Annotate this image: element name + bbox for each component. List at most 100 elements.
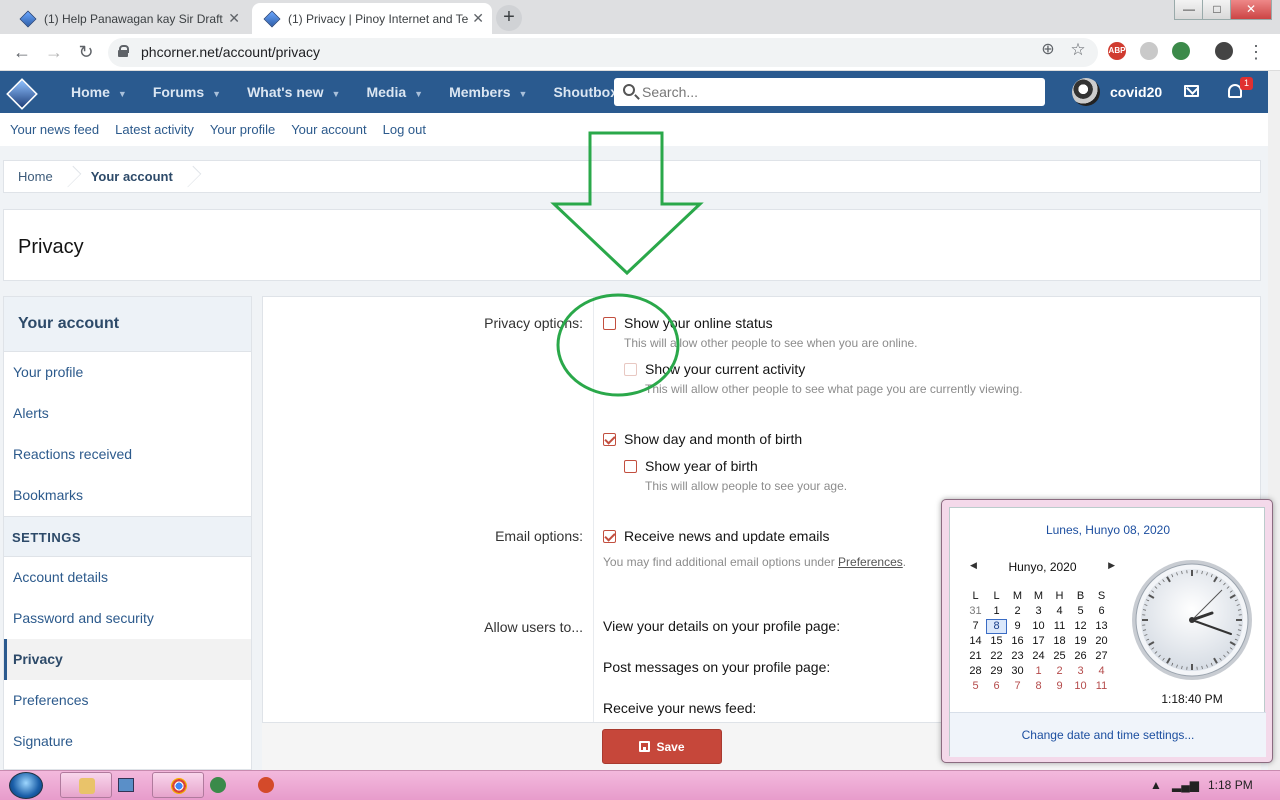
breadcrumb-home[interactable]: Home	[4, 161, 67, 192]
calendar-day[interactable]: 17	[1028, 634, 1049, 649]
calendar-day[interactable]: 15	[986, 634, 1007, 649]
calendar-day[interactable]: 2	[1049, 664, 1070, 679]
browser-tab-2[interactable]: (1) Privacy | Pinoy Internet and Te ✕	[252, 3, 492, 34]
preferences-link[interactable]: Preferences	[838, 555, 903, 569]
calendar-day[interactable]: 27	[1091, 649, 1112, 664]
minimize-button[interactable]: —	[1174, 0, 1204, 20]
calendar-day[interactable]: 11	[1049, 619, 1070, 634]
save-button[interactable]: Save	[602, 729, 722, 764]
sidebar-item-signature[interactable]: Signature	[4, 721, 251, 762]
calendar-day[interactable]: 16	[1007, 634, 1028, 649]
calendar-day[interactable]: 30	[1007, 664, 1028, 679]
calendar-day[interactable]: 9	[1007, 619, 1028, 634]
extension-icon[interactable]	[1140, 42, 1158, 60]
calendar-day[interactable]: 29	[986, 664, 1007, 679]
chevron-down-icon[interactable]: ▼	[212, 89, 221, 99]
next-month-icon[interactable]: ▶	[1108, 560, 1115, 571]
calendar-day[interactable]: 25	[1049, 649, 1070, 664]
change-date-time-link[interactable]: Change date and time settings...	[950, 712, 1266, 757]
network-signal-icon[interactable]: ▂▄▆	[1172, 778, 1199, 792]
calendar-day[interactable]: 28	[965, 664, 986, 679]
taskbar-chrome-button[interactable]	[152, 772, 204, 798]
calendar-day[interactable]: 10	[1028, 619, 1049, 634]
news-emails-checkbox[interactable]	[603, 530, 616, 543]
calendar-day[interactable]: 22	[986, 649, 1007, 664]
calendar-full-date[interactable]: Lunes, Hunyo 08, 2020	[950, 523, 1266, 537]
previous-month-icon[interactable]: ◀	[970, 560, 977, 571]
nav-whats-new[interactable]: What's new ▼	[234, 71, 353, 113]
maximize-button[interactable]: □	[1202, 0, 1232, 20]
globe-icon[interactable]	[210, 777, 226, 793]
zoom-icon[interactable]: ⊕	[1036, 39, 1060, 63]
sidebar-item-alerts[interactable]: Alerts	[4, 393, 251, 434]
online-status-label[interactable]: Show your online status	[624, 315, 773, 331]
sidebar-item-account-details[interactable]: Account details	[4, 557, 251, 598]
calendar-day[interactable]: 11	[1091, 679, 1112, 694]
app-icon[interactable]	[258, 777, 274, 793]
calendar-day[interactable]: 24	[1028, 649, 1049, 664]
nav-members[interactable]: Members ▼	[436, 71, 540, 113]
current-activity-label[interactable]: Show your current activity	[645, 361, 805, 377]
subnav-news-feed[interactable]: Your news feed	[2, 113, 107, 146]
chevron-down-icon[interactable]: ▼	[519, 89, 528, 99]
adblock-extension-icon[interactable]: ABP	[1108, 42, 1126, 60]
browser-tab-1[interactable]: (1) Help Panawagan kay Sir Draft ✕	[8, 3, 248, 34]
calendar-day[interactable]: 18	[1049, 634, 1070, 649]
address-bar[interactable]: phcorner.net/account/privacy ⊕ ☆	[108, 38, 1098, 67]
calendar-day[interactable]: 10	[1070, 679, 1091, 694]
dob-checkbox[interactable]	[603, 433, 616, 446]
monitor-icon[interactable]	[118, 778, 134, 792]
calendar-day[interactable]: 14	[965, 634, 986, 649]
sidebar-item-preferences[interactable]: Preferences	[4, 680, 251, 721]
subnav-your-profile[interactable]: Your profile	[202, 113, 283, 146]
close-icon[interactable]: ✕	[228, 10, 240, 27]
nav-forums[interactable]: Forums ▼	[140, 71, 234, 113]
new-tab-button[interactable]: +	[496, 5, 522, 31]
site-logo[interactable]	[6, 78, 38, 110]
start-button[interactable]	[9, 772, 43, 799]
calendar-day[interactable]: 7	[965, 619, 986, 634]
calendar-day[interactable]: 23	[1007, 649, 1028, 664]
news-emails-label[interactable]: Receive news and update emails	[624, 528, 829, 544]
calendar-day[interactable]: 4	[1091, 664, 1112, 679]
calendar-day[interactable]: 12	[1070, 619, 1091, 634]
subnav-log-out[interactable]: Log out	[375, 113, 434, 146]
calendar-day[interactable]: 31	[965, 604, 986, 619]
username[interactable]: covid20	[1110, 84, 1162, 100]
mail-icon[interactable]	[1184, 85, 1199, 97]
chevron-down-icon[interactable]: ▼	[332, 89, 341, 99]
search-input[interactable]	[642, 82, 1032, 102]
calendar-day[interactable]: 6	[1091, 604, 1112, 619]
taskbar-explorer-button[interactable]	[60, 772, 112, 798]
breadcrumb-your-account[interactable]: Your account	[77, 161, 187, 192]
current-activity-checkbox[interactable]	[624, 363, 637, 376]
calendar-day[interactable]: 1	[1028, 664, 1049, 679]
calendar-day[interactable]: 21	[965, 649, 986, 664]
back-arrow-icon[interactable]: ←	[10, 41, 34, 65]
taskbar-clock[interactable]: 1:18 PM	[1208, 778, 1253, 792]
year-of-birth-checkbox[interactable]	[624, 460, 637, 473]
calendar-day[interactable]: 4	[1049, 604, 1070, 619]
subnav-latest-activity[interactable]: Latest activity	[107, 113, 202, 146]
forward-arrow-icon[interactable]: →	[42, 41, 66, 65]
online-status-checkbox[interactable]	[603, 317, 616, 330]
calendar-day[interactable]: 1	[986, 604, 1007, 619]
reload-icon[interactable]: ↻	[74, 41, 98, 65]
nav-home[interactable]: Home ▼	[58, 71, 140, 113]
calendar-day[interactable]: 19	[1070, 634, 1091, 649]
subnav-your-account[interactable]: Your account	[283, 113, 374, 146]
year-of-birth-label[interactable]: Show year of birth	[645, 458, 758, 474]
calendar-day[interactable]: 6	[986, 679, 1007, 694]
sidebar-item-your-profile[interactable]: Your profile	[4, 352, 251, 393]
nav-media[interactable]: Media ▼	[353, 71, 436, 113]
calendar-day[interactable]: 3	[1070, 664, 1091, 679]
calendar-day[interactable]: 9	[1049, 679, 1070, 694]
calendar-day[interactable]: 26	[1070, 649, 1091, 664]
calendar-month-label[interactable]: Hunyo, 2020	[1008, 560, 1076, 574]
menu-kebab-icon[interactable]: ⋮	[1244, 41, 1268, 65]
extension-icon[interactable]	[1172, 42, 1190, 60]
calendar-day[interactable]: 13	[1091, 619, 1112, 634]
close-window-button[interactable]: ✕	[1230, 0, 1272, 20]
calendar-day[interactable]: 2	[1007, 604, 1028, 619]
chevron-down-icon[interactable]: ▼	[414, 89, 423, 99]
